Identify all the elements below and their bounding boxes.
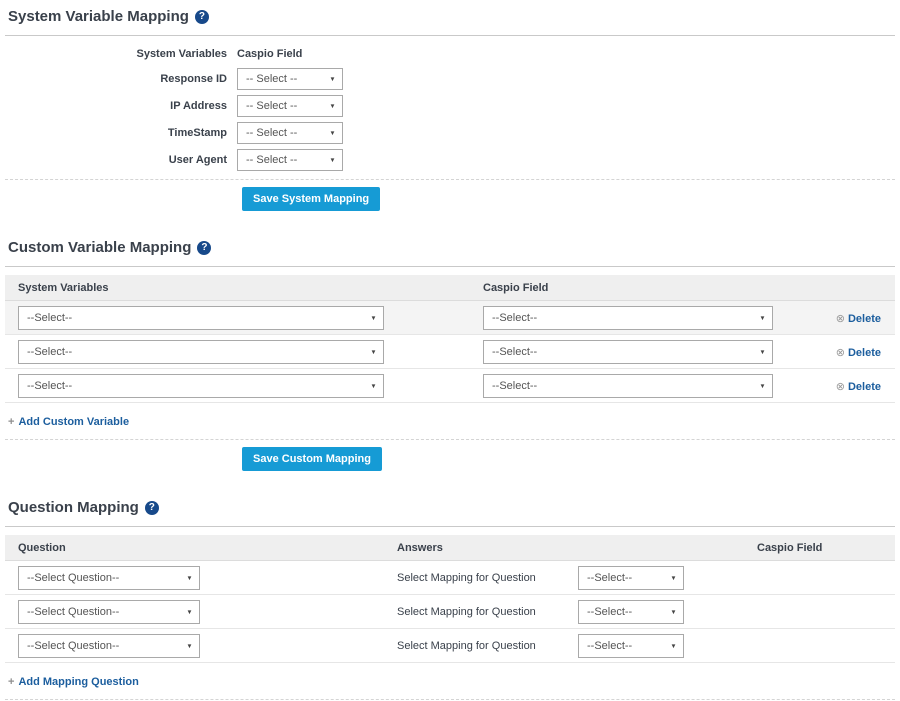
dashed-divider: [5, 179, 895, 180]
question-mapping-title-text: Question Mapping: [8, 499, 139, 516]
ip-address-select[interactable]: -- Select --: [237, 95, 343, 117]
caspio-field-column-header: Caspio Field: [237, 48, 302, 60]
user-agent-select[interactable]: -- Select --: [237, 149, 343, 171]
add-custom-variable-link[interactable]: +Add Custom Variable: [8, 416, 129, 428]
delete-circle-icon: ⊗: [836, 381, 845, 393]
question-table-row: --Select Question-- ▼ Select Mapping for…: [5, 595, 895, 629]
answers-mapping-label: Select Mapping for Question: [397, 606, 578, 618]
custom-caspio-field-select[interactable]: --Select--: [483, 340, 773, 364]
custom-system-variable-select[interactable]: --Select--: [18, 340, 384, 364]
question-mapping-table: Question Answers Caspio Field --Select Q…: [5, 535, 895, 663]
custom-system-variable-select[interactable]: --Select--: [18, 306, 384, 330]
custom-table-row: --Select-- ▼ --Select-- ▼ ⊗Delete: [5, 335, 895, 369]
system-row-ip-address: IP Address -- Select -- ▼: [5, 95, 895, 117]
caspio-field-column-header: Caspio Field: [757, 542, 895, 554]
help-icon[interactable]: ?: [197, 241, 211, 255]
system-mapping-title-text: System Variable Mapping: [8, 8, 189, 25]
custom-mapping-table: System Variables Caspio Field --Select--…: [5, 275, 895, 403]
custom-mapping-title: Custom Variable Mapping ?: [8, 239, 895, 256]
question-table-row: --Select Question-- ▼ Select Mapping for…: [5, 629, 895, 663]
delete-circle-icon: ⊗: [836, 313, 845, 325]
add-mapping-question-link[interactable]: +Add Mapping Question: [8, 676, 139, 688]
custom-variable-mapping-section: Custom Variable Mapping ? System Variabl…: [5, 239, 895, 471]
timestamp-select[interactable]: -- Select --: [237, 122, 343, 144]
question-mapping-title: Question Mapping ?: [8, 499, 895, 516]
dashed-divider: [5, 439, 895, 440]
question-select[interactable]: --Select Question--: [18, 634, 200, 658]
question-select[interactable]: --Select Question--: [18, 566, 200, 590]
answers-mapping-select[interactable]: --Select--: [578, 566, 684, 590]
system-variable-mapping-section: System Variable Mapping ? System Variabl…: [5, 8, 895, 211]
response-id-select[interactable]: -- Select --: [237, 68, 343, 90]
delete-row-link[interactable]: ⊗Delete: [836, 381, 881, 393]
answers-column-header: Answers: [392, 542, 757, 554]
system-mapping-form: System Variables Caspio Field Response I…: [5, 48, 895, 171]
answers-mapping-select[interactable]: --Select--: [578, 634, 684, 658]
question-select[interactable]: --Select Question--: [18, 600, 200, 624]
timestamp-label: TimeStamp: [5, 127, 237, 139]
question-table-row: --Select Question-- ▼ Select Mapping for…: [5, 561, 895, 595]
question-mapping-section: Question Mapping ? Question Answers Casp…: [5, 499, 895, 701]
question-table-header: Question Answers Caspio Field: [5, 535, 895, 561]
save-system-mapping-button[interactable]: Save System Mapping: [242, 187, 380, 211]
delete-row-link[interactable]: ⊗Delete: [836, 347, 881, 359]
help-icon[interactable]: ?: [145, 501, 159, 515]
answers-mapping-label: Select Mapping for Question: [397, 640, 578, 652]
custom-table-row: --Select-- ▼ --Select-- ▼ ⊗Delete: [5, 369, 895, 403]
system-variables-column-header: System Variables: [5, 282, 483, 294]
variable-mapping-page: System Variable Mapping ? System Variabl…: [0, 0, 900, 701]
system-row-user-agent: User Agent -- Select -- ▼: [5, 149, 895, 171]
delete-circle-icon: ⊗: [836, 347, 845, 359]
help-icon[interactable]: ?: [195, 10, 209, 24]
system-row-timestamp: TimeStamp -- Select -- ▼: [5, 122, 895, 144]
system-mapping-title: System Variable Mapping ?: [8, 8, 895, 25]
system-row-response-id: Response ID -- Select -- ▼: [5, 68, 895, 90]
dashed-divider: [5, 699, 895, 700]
ip-address-label: IP Address: [5, 100, 237, 112]
answers-mapping-select[interactable]: --Select--: [578, 600, 684, 624]
divider: [5, 266, 895, 267]
save-custom-mapping-button[interactable]: Save Custom Mapping: [242, 447, 382, 471]
custom-table-row: --Select-- ▼ --Select-- ▼ ⊗Delete: [5, 301, 895, 335]
user-agent-label: User Agent: [5, 154, 237, 166]
system-variables-column-header: System Variables: [5, 48, 237, 60]
divider: [5, 526, 895, 527]
custom-caspio-field-select[interactable]: --Select--: [483, 306, 773, 330]
system-form-header-row: System Variables Caspio Field: [5, 48, 895, 60]
answers-mapping-label: Select Mapping for Question: [397, 572, 578, 584]
custom-table-header: System Variables Caspio Field: [5, 275, 895, 301]
delete-row-link[interactable]: ⊗Delete: [836, 313, 881, 325]
divider: [5, 35, 895, 36]
response-id-label: Response ID: [5, 73, 237, 85]
custom-caspio-field-select[interactable]: --Select--: [483, 374, 773, 398]
plus-icon: +: [8, 416, 14, 428]
plus-icon: +: [8, 676, 14, 688]
custom-system-variable-select[interactable]: --Select--: [18, 374, 384, 398]
caspio-field-column-header: Caspio Field: [483, 282, 795, 294]
question-column-header: Question: [5, 542, 392, 554]
custom-mapping-title-text: Custom Variable Mapping: [8, 239, 191, 256]
